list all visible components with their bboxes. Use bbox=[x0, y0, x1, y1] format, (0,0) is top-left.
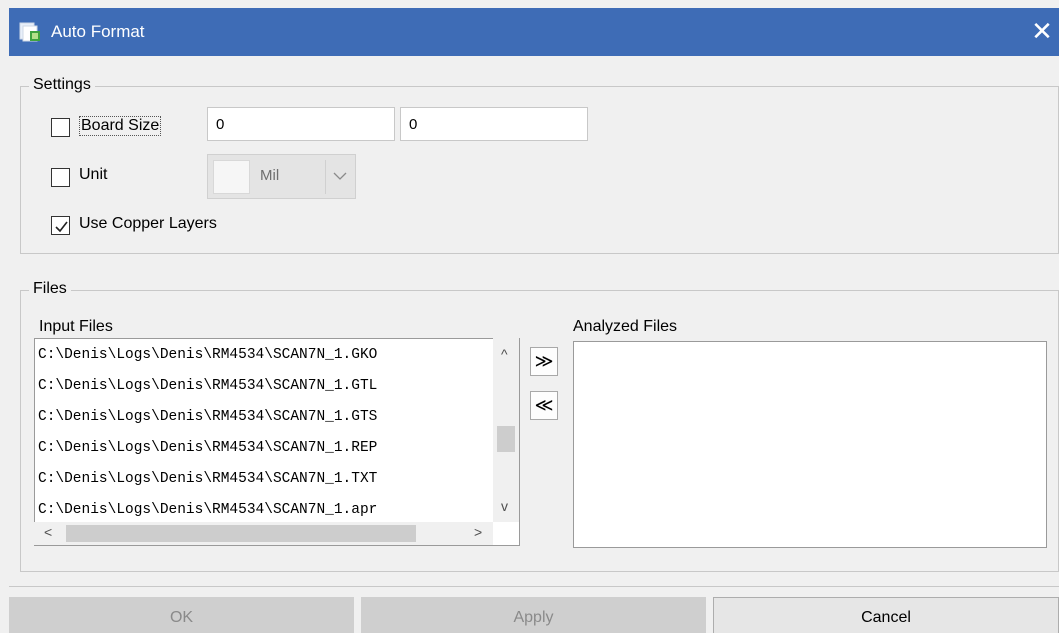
unit-label: Unit bbox=[79, 166, 108, 183]
list-item[interactable]: C:\Denis\Logs\Denis\RM4534\SCAN7N_1.GTL bbox=[38, 378, 377, 394]
unit-checkbox[interactable] bbox=[51, 168, 70, 187]
board-size-label: Board Size bbox=[79, 116, 162, 136]
checkmark-icon bbox=[55, 221, 68, 233]
vertical-scroll-thumb[interactable] bbox=[497, 426, 515, 452]
unit-select-divider bbox=[325, 160, 326, 194]
analyzed-files-label: Analyzed Files bbox=[573, 318, 678, 335]
chevron-down-icon[interactable] bbox=[332, 169, 348, 188]
files-legend: Files bbox=[29, 280, 71, 298]
list-item[interactable]: C:\Denis\Logs\Denis\RM4534\SCAN7N_1.apr bbox=[38, 502, 377, 518]
close-icon[interactable]: ✕ bbox=[1027, 16, 1057, 48]
list-item[interactable]: C:\Denis\Logs\Denis\RM4534\SCAN7N_1.TXT bbox=[38, 471, 377, 487]
unit-select-value: Mil bbox=[260, 167, 280, 184]
board-size-checkbox[interactable] bbox=[51, 118, 70, 137]
unit-select[interactable]: Mil bbox=[207, 154, 356, 199]
settings-legend: Settings bbox=[29, 76, 95, 94]
scroll-up-icon[interactable]: ^ bbox=[501, 346, 508, 362]
board-width-input[interactable] bbox=[207, 107, 395, 141]
input-files-vertical-scrollbar[interactable]: ^ v bbox=[493, 338, 519, 522]
ok-button[interactable]: OK bbox=[9, 597, 354, 633]
add-files-button[interactable]: ≫ bbox=[530, 347, 558, 376]
use-copper-layers-label: Use Copper Layers bbox=[79, 215, 217, 232]
bottom-separator bbox=[9, 586, 1059, 587]
list-item[interactable]: C:\Denis\Logs\Denis\RM4534\SCAN7N_1.GKO bbox=[38, 347, 377, 363]
scroll-right-icon[interactable]: > bbox=[474, 524, 482, 540]
app-icon bbox=[19, 22, 41, 42]
input-files-horizontal-scrollbar[interactable]: < > bbox=[34, 522, 493, 545]
list-item[interactable]: C:\Denis\Logs\Denis\RM4534\SCAN7N_1.GTS bbox=[38, 409, 377, 425]
scroll-down-icon[interactable]: v bbox=[501, 498, 508, 514]
list-item[interactable]: C:\Denis\Logs\Denis\RM4534\SCAN7N_1.REP bbox=[38, 440, 377, 456]
cancel-button[interactable]: Cancel bbox=[713, 597, 1059, 633]
remove-files-button[interactable]: ≪ bbox=[530, 391, 558, 420]
unit-select-swatch bbox=[213, 160, 250, 194]
input-files-label: Input Files bbox=[39, 318, 113, 335]
title-bar: Auto Format ✕ bbox=[9, 8, 1059, 56]
input-files-list[interactable]: C:\Denis\Logs\Denis\RM4534\SCAN7N_1.GKO … bbox=[34, 338, 520, 546]
board-height-input[interactable] bbox=[400, 107, 588, 141]
apply-button[interactable]: Apply bbox=[361, 597, 706, 633]
scroll-left-icon[interactable]: < bbox=[44, 524, 52, 540]
analyzed-files-list[interactable] bbox=[573, 341, 1047, 548]
window-title: Auto Format bbox=[51, 22, 145, 41]
use-copper-layers-checkbox[interactable] bbox=[51, 216, 70, 235]
horizontal-scroll-thumb[interactable] bbox=[66, 525, 416, 542]
